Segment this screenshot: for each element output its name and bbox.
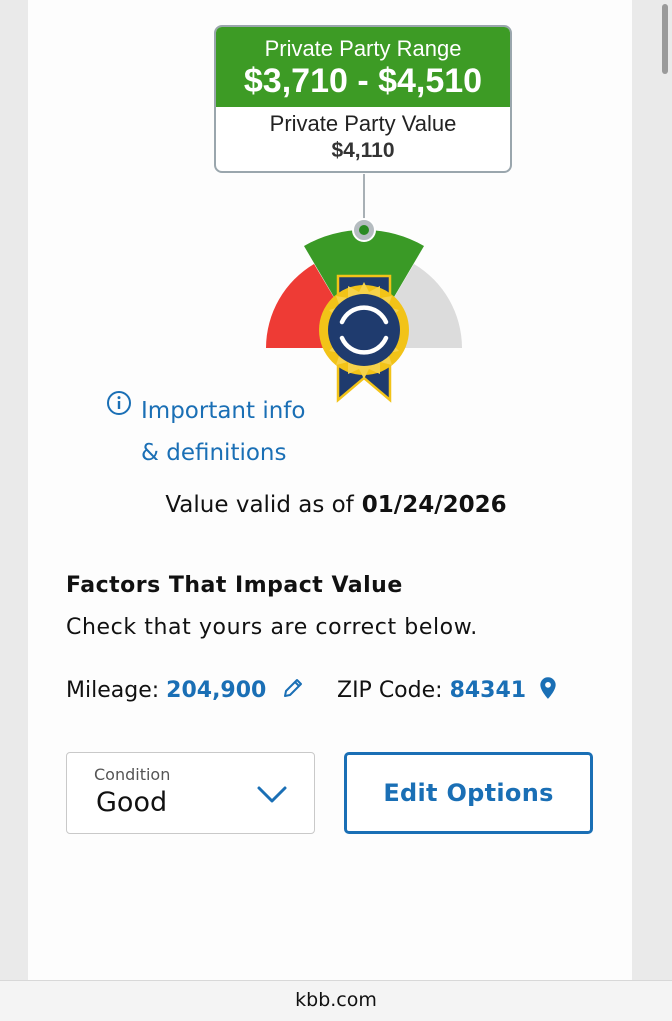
location-pin-icon[interactable]	[539, 676, 557, 700]
browser-url-bar[interactable]: kbb.com	[0, 980, 672, 1021]
zip-row[interactable]: ZIP Code: 84341	[337, 676, 557, 703]
url-text[interactable]: kbb.com	[295, 989, 377, 1011]
scrollbar[interactable]	[662, 4, 668, 74]
validity-text: Value valid as of 01/24/2026	[0, 492, 672, 518]
zip-label: ZIP Code:	[337, 678, 443, 703]
pencil-icon[interactable]	[281, 676, 305, 700]
value-amount: $4,110	[331, 139, 395, 162]
mileage-value[interactable]: 204,900	[166, 678, 266, 703]
range-label: Private Party Range	[264, 36, 462, 61]
info-line-1[interactable]: Important info	[141, 390, 361, 432]
range-amount: $3,710 - $4,510	[243, 62, 483, 100]
edit-options-button[interactable]: Edit Options	[344, 752, 593, 834]
factors-title: Factors That Impact Value	[66, 573, 403, 598]
condition-label: Condition	[94, 765, 171, 784]
validity-prefix: Value valid as of	[165, 492, 354, 518]
value-gauge	[266, 174, 462, 403]
mileage-row[interactable]: Mileage: 204,900	[66, 676, 305, 703]
zip-value[interactable]: 84341	[450, 678, 527, 703]
mileage-label: Mileage:	[66, 678, 160, 703]
chevron-down-icon[interactable]	[256, 785, 288, 805]
kbb-logo-icon	[319, 274, 409, 403]
condition-value[interactable]: Good	[96, 787, 167, 818]
factors-subtitle: Check that yours are correct below.	[66, 615, 478, 640]
range-header: Private Party Range $3,710 - $4,510	[216, 27, 510, 107]
value-box: Private Party Range $3,710 - $4,510 Priv…	[214, 25, 512, 173]
info-line-2[interactable]: & definitions	[141, 432, 361, 474]
condition-select[interactable]: Condition Good	[66, 752, 315, 834]
info-icon	[107, 391, 131, 415]
value-label: Private Party Value	[269, 111, 457, 136]
important-info-text[interactable]: Important info & definitions	[141, 390, 361, 474]
validity-date: 01/24/2026	[361, 492, 507, 518]
